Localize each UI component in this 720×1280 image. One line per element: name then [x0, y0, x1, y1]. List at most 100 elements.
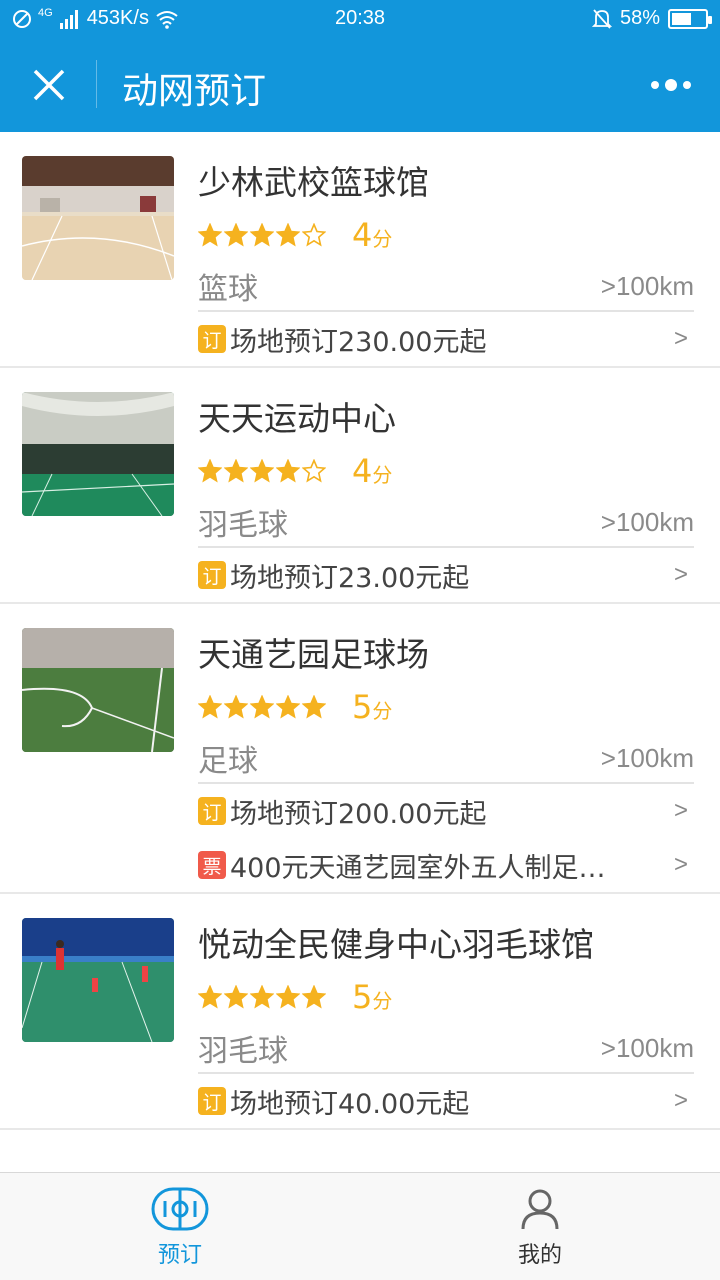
- venue-item[interactable]: 少林武校篮球馆 4分 篮球 >100km 订场地预订230.00元起 >: [0, 132, 720, 368]
- ticket-row[interactable]: 票 400元天通艺园室外五人制足… >: [198, 838, 694, 892]
- venue-score: 5分: [352, 688, 392, 726]
- offer-text: 场地预订40.00元起: [230, 1088, 470, 1120]
- star-filled-icon: [276, 695, 300, 719]
- title-divider: [96, 60, 97, 108]
- venue-photo: [22, 156, 174, 280]
- offer-row[interactable]: 订场地预订23.00元起 >: [198, 548, 694, 602]
- tab-label: 我的: [517, 1243, 562, 1268]
- chevron-right-icon: >: [673, 325, 688, 352]
- order-badge: 订: [198, 561, 226, 589]
- tab-booking[interactable]: 预订: [0, 1173, 360, 1280]
- order-badge: 订: [198, 325, 226, 353]
- venue-item[interactable]: 天通艺园足球场 5分 足球 >100km 订场地预订200.00元起 > 票 40…: [0, 604, 720, 894]
- star-filled-icon: [198, 695, 222, 719]
- star-filled-icon: [250, 695, 274, 719]
- venue-score: 4分: [352, 452, 392, 490]
- score-unit: 分: [372, 227, 393, 251]
- star-filled-icon: [302, 985, 326, 1009]
- offer-text: 场地预订230.00元起: [230, 326, 487, 358]
- star-empty-icon: [302, 459, 326, 483]
- status-right: 58%: [591, 7, 712, 30]
- star-filled-icon: [224, 459, 248, 483]
- rating-row: 4分: [198, 444, 694, 498]
- star-filled-icon: [276, 459, 300, 483]
- sport-row: 篮球 >100km: [198, 262, 694, 312]
- close-button[interactable]: [22, 58, 76, 112]
- score-unit: 分: [372, 989, 393, 1013]
- chevron-right-icon: >: [673, 1087, 688, 1114]
- more-icon-center: [665, 79, 677, 91]
- score-unit: 分: [372, 463, 393, 487]
- rating-row: 4分: [198, 208, 694, 262]
- more-icon-right: [683, 81, 691, 89]
- chevron-right-icon: >: [673, 851, 688, 878]
- offer-row[interactable]: 订场地预订230.00元起 >: [198, 312, 694, 366]
- status-bar: 4G 453K/s 20:38 58%: [0, 0, 720, 38]
- star-filled-icon: [224, 985, 248, 1009]
- venue-name: 天通艺园足球场: [198, 635, 429, 674]
- venue-score: 4分: [352, 216, 392, 254]
- venue-item[interactable]: 悦动全民健身中心羽毛球馆 5分 羽毛球 >100km 订场地预订40.00元起 …: [0, 894, 720, 1130]
- sport-type: 羽毛球: [198, 1034, 288, 1069]
- star-filled-icon: [302, 695, 326, 719]
- sport-type: 篮球: [198, 272, 258, 307]
- offer-row[interactable]: 订场地预订40.00元起 >: [198, 1074, 694, 1128]
- offer-row[interactable]: 订场地预订200.00元起 >: [198, 784, 694, 838]
- star-filled-icon: [250, 459, 274, 483]
- close-icon: [33, 69, 65, 101]
- page-title: 动网预订: [122, 71, 267, 112]
- star-filled-icon: [198, 985, 222, 1009]
- sport-type: 羽毛球: [198, 508, 288, 543]
- rating-row: 5分: [198, 680, 694, 734]
- star-filled-icon: [198, 223, 222, 247]
- star-rating: [198, 223, 326, 247]
- sport-type: 足球: [198, 744, 258, 779]
- star-filled-icon: [198, 459, 222, 483]
- battery-icon: [668, 8, 712, 29]
- star-rating: [198, 695, 326, 719]
- sport-row: 足球 >100km: [198, 734, 694, 784]
- star-empty-icon: [302, 223, 326, 247]
- venue-item[interactable]: 天天运动中心 4分 羽毛球 >100km 订场地预订23.00元起 >: [0, 368, 720, 604]
- venue-photo: [22, 392, 174, 516]
- star-filled-icon: [224, 695, 248, 719]
- star-rating: [198, 459, 326, 483]
- score-value: 4: [352, 216, 373, 254]
- star-filled-icon: [224, 223, 248, 247]
- distance: >100km: [600, 1032, 694, 1063]
- star-filled-icon: [276, 985, 300, 1009]
- venue-photo: [22, 918, 174, 1042]
- venue-score: 5分: [352, 978, 392, 1016]
- sport-row: 羽毛球 >100km: [198, 1024, 694, 1074]
- star-filled-icon: [250, 223, 274, 247]
- battery-percent: 58%: [619, 7, 660, 29]
- star-filled-icon: [250, 985, 274, 1009]
- score-value: 5: [352, 688, 373, 726]
- title-bar: 动网预订: [0, 38, 720, 132]
- score-value: 5: [352, 978, 373, 1016]
- tab-label: 预订: [157, 1243, 202, 1268]
- venue-name: 悦动全民健身中心羽毛球馆: [198, 925, 594, 964]
- distance: >100km: [600, 742, 694, 773]
- bottom-tab-bar: 预订 我的: [0, 1172, 720, 1280]
- star-filled-icon: [276, 223, 300, 247]
- chevron-right-icon: >: [673, 561, 688, 588]
- venue-name: 天天运动中心: [198, 399, 396, 438]
- score-unit: 分: [372, 699, 393, 723]
- venue-name: 少林武校篮球馆: [198, 163, 429, 202]
- bell-muted-icon: [591, 8, 612, 29]
- sport-row: 羽毛球 >100km: [198, 498, 694, 548]
- ticket-badge: 票: [198, 851, 226, 879]
- more-icon: [651, 81, 659, 89]
- venue-photo: [22, 628, 174, 752]
- more-button[interactable]: [644, 62, 698, 108]
- venue-list[interactable]: 少林武校篮球馆 4分 篮球 >100km 订场地预订230.00元起 > 天天运…: [0, 132, 720, 1172]
- offer-text: 场地预订200.00元起: [230, 798, 487, 830]
- order-badge: 订: [198, 1087, 226, 1115]
- tab-mine[interactable]: 我的: [360, 1173, 720, 1280]
- star-rating: [198, 985, 326, 1009]
- ticket-text: 400元天通艺园室外五人制足…: [230, 852, 606, 884]
- user-icon: [521, 1189, 559, 1230]
- score-value: 4: [352, 452, 373, 490]
- offer-text: 场地预订23.00元起: [230, 562, 470, 594]
